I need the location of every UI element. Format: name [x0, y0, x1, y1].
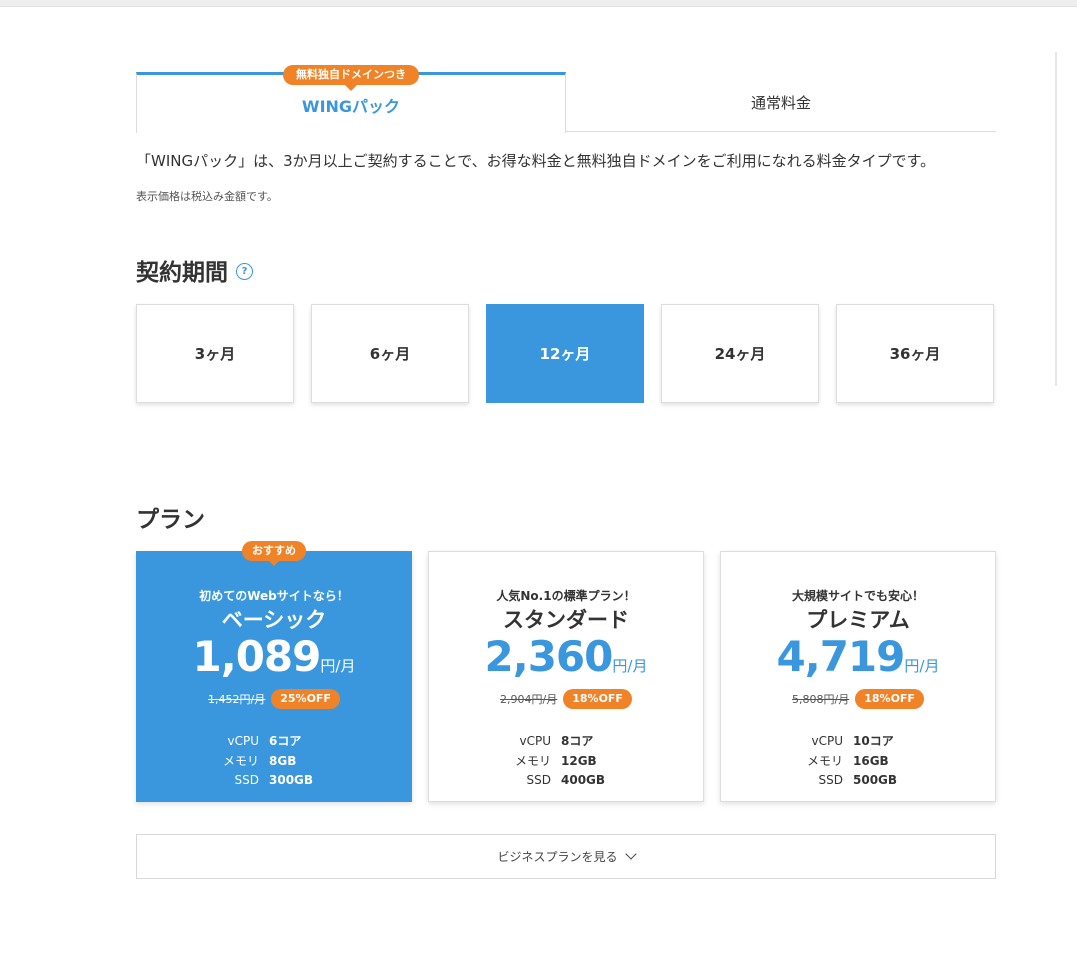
plan-section-title: プラン: [136, 507, 205, 533]
spec-value-memory: 16GB: [853, 753, 889, 768]
wing-pack-description: 「WINGパック」は、3か月以上ご契約することで、お得な料金と無料独自ドメインを…: [136, 152, 936, 170]
plan-price: 2,360円/月: [429, 632, 703, 681]
spec-value-memory: 12GB: [561, 753, 597, 768]
plan-original-price: 5,808円/月 18%OFF: [721, 689, 995, 709]
top-border: [0, 0, 1077, 7]
spec-label-memory: メモリ: [514, 753, 551, 768]
plan-tagline: 初めてのWebサイトなら！: [199, 589, 349, 603]
period-option-24m[interactable]: 24ヶ月: [661, 304, 819, 403]
spec-value-memory: 8GB: [269, 753, 297, 768]
plan-name: スタンダード: [503, 608, 629, 632]
period-option-6m[interactable]: 6ヶ月: [311, 304, 469, 403]
plan-price-value: 4,719: [776, 632, 906, 681]
spec-label-memory: メモリ: [222, 753, 259, 768]
period-option-36m[interactable]: 36ヶ月: [836, 304, 994, 403]
discount-badge: 18%OFF: [563, 689, 632, 709]
spec-value-vcpu: 6コア: [269, 734, 302, 748]
spec-value-ssd: 300GB: [269, 773, 314, 787]
discount-badge: 25%OFF: [271, 689, 340, 709]
tab-normal-price[interactable]: 通常料金: [566, 72, 996, 132]
show-business-plans-label: ビジネスプランを見る: [497, 850, 618, 864]
spec-value-ssd: 500GB: [853, 773, 898, 787]
spec-label-vcpu: vCPU: [519, 734, 552, 748]
plan-price: 1,089円/月: [137, 632, 411, 681]
plan-original-price-value: 5,808円/月: [792, 693, 850, 706]
plan-price: 4,719円/月: [721, 632, 995, 681]
plan-price-unit: 円/月: [612, 657, 648, 675]
plan-price-value: 1,089: [192, 632, 322, 681]
spec-value-vcpu: 8コア: [561, 734, 594, 748]
plan-original-price: 1,452円/月 25%OFF: [137, 689, 411, 709]
plan-tagline: 人気No.1の標準プラン！: [496, 589, 636, 603]
spec-label-ssd: SSD: [526, 773, 551, 787]
spec-value-vcpu: 10コア: [853, 734, 894, 748]
plan-card-premium[interactable]: 大規模サイトでも安心！ プレミアム 4,719円/月 5,808円/月 18%OF…: [720, 551, 996, 802]
discount-badge: 18%OFF: [855, 689, 924, 709]
period-option-3m[interactable]: 3ヶ月: [136, 304, 294, 403]
plan-card-basic[interactable]: 初めてのWebサイトなら！ ベーシック 1,089円/月 1,452円/月 25%…: [136, 551, 412, 802]
tax-note: 表示価格は税込み金額です。: [136, 190, 278, 203]
plan-price-unit: 円/月: [320, 657, 356, 675]
plan-tagline: 大規模サイトでも安心！: [791, 589, 924, 603]
plan-card-standard[interactable]: 人気No.1の標準プラン！ スタンダード 2,360円/月 2,904円/月 18…: [428, 551, 704, 802]
free-domain-badge: 無料独自ドメインつき: [283, 65, 419, 91]
tab-normal-price-label: 通常料金: [750, 94, 811, 112]
period-option-12m[interactable]: 12ヶ月: [486, 304, 644, 403]
tab-wing-pack-label: WINGパック: [301, 97, 401, 116]
spec-value-ssd: 400GB: [561, 773, 606, 787]
plan-name: プレミアム: [806, 608, 910, 632]
plan-specs: vCPU 10コア メモリ 16GB SSD 500GB: [721, 732, 995, 791]
tab-wing-pack[interactable]: 無料独自ドメインつき WINGパック: [136, 65, 566, 133]
plan-specs: vCPU 8コア メモリ 12GB SSD 400GB: [429, 732, 703, 791]
plan-original-price: 2,904円/月 18%OFF: [429, 689, 703, 709]
plan-price-value: 2,360: [484, 632, 614, 681]
question-circle-icon[interactable]: ?: [236, 263, 253, 280]
plan-price-unit: 円/月: [904, 657, 940, 675]
spec-label-vcpu: vCPU: [811, 734, 844, 748]
show-business-plans-button[interactable]: ビジネスプランを見る: [136, 834, 996, 879]
spec-label-memory: メモリ: [806, 753, 843, 768]
chevron-down-icon: [624, 848, 637, 860]
scrollbar[interactable]: [1055, 52, 1057, 386]
plan-name: ベーシック: [221, 608, 327, 632]
spec-label-ssd: SSD: [818, 773, 843, 787]
spec-label-ssd: SSD: [234, 773, 259, 787]
recommend-badge: おすすめ: [242, 541, 306, 566]
pricing-type-tabs: 無料独自ドメインつき WINGパック 通常料金: [136, 65, 996, 133]
plan-original-price-value: 1,452円/月: [208, 693, 266, 706]
period-section-title: 契約期間: [136, 260, 228, 286]
plan-specs: vCPU 6コア メモリ 8GB SSD 300GB: [137, 732, 411, 791]
spec-label-vcpu: vCPU: [227, 734, 260, 748]
plan-original-price-value: 2,904円/月: [500, 693, 558, 706]
